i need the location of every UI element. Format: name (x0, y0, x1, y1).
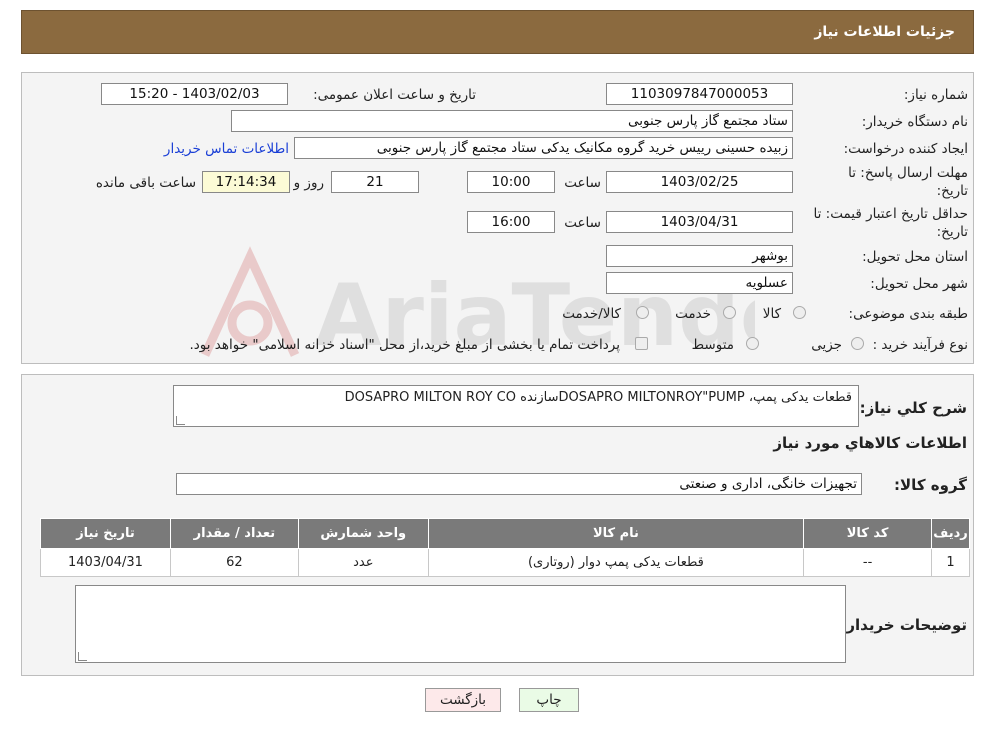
need-number-field: 1103097847000053 (606, 83, 793, 105)
days-field: 21 (331, 171, 419, 193)
remaining-label: ساعت باقی مانده (95, 175, 196, 191)
city-field: عسلویه (606, 272, 793, 294)
col-header-date: تاریخ نیاز (40, 518, 171, 549)
province-label: استان محل تحویل: (862, 249, 968, 265)
province-field: بوشهر (606, 245, 793, 267)
buyer-contact-link[interactable]: اطلاعات تماس خریدار (164, 141, 289, 157)
category-radio-goods-service[interactable] (636, 306, 649, 319)
deadline-label: مهلت ارسال پاسخ: تا (848, 165, 968, 181)
validity-time-label: ساعت (564, 215, 601, 231)
col-header-row: ردیف (931, 518, 970, 549)
table-row: 1 -- قطعات یدکی پمپ دوار (روتاری) عدد 62… (40, 548, 970, 577)
announce-label: تاریخ و ساعت اعلان عمومی: (313, 87, 476, 103)
process-note: پرداخت تمام یا بخشی از مبلغ خرید،از محل … (189, 337, 620, 353)
print-button[interactable]: چاپ (519, 688, 579, 712)
days-label: روز و (293, 175, 324, 191)
city-label: شهر محل تحویل: (870, 276, 968, 292)
validity-date-label: تاریخ: (936, 224, 968, 240)
col-header-name: نام کالا (427, 518, 805, 549)
validity-date-field: 1403/04/31 (606, 211, 793, 233)
process-radio-medium[interactable] (746, 337, 759, 350)
cell-date: 1403/04/31 (40, 548, 171, 577)
buyer-org-label: نام دستگاه خریدار: (861, 114, 968, 130)
creator-label: ایجاد کننده درخواست: (843, 141, 968, 157)
cell-qty: 62 (169, 548, 299, 577)
goods-group-field: تجهیزات خانگی، اداری و صنعتی (176, 473, 862, 495)
need-number-label: شماره نیاز: (903, 87, 968, 103)
cell-code: -- (803, 548, 933, 577)
process-label: نوع فرآیند خرید : (872, 337, 968, 353)
cell-row: 1 (931, 548, 970, 577)
back-button[interactable]: بازگشت (425, 688, 501, 712)
col-header-unit: واحد شمارش (297, 518, 429, 549)
page-header: جزئیات اطلاعات نیاز (21, 10, 974, 54)
buyer-org-field: ستاد مجتمع گاز پارس جنوبی (231, 110, 793, 132)
goods-table: ردیف کد کالا نام کالا واحد شمارش تعداد /… (40, 518, 970, 577)
page-title: جزئیات اطلاعات نیاز (814, 24, 955, 40)
description-label: شرح کلي نياز: (859, 399, 967, 417)
deadline-time-field: 10:00 (467, 171, 555, 193)
deadline-time-label: ساعت (564, 175, 601, 191)
table-header-row: ردیف کد کالا نام کالا واحد شمارش تعداد /… (40, 518, 970, 549)
treasury-checkbox[interactable] (635, 337, 648, 350)
process-option-medium: متوسط (691, 337, 734, 353)
goods-group-label: گروه کالا: (894, 476, 967, 494)
buyer-notes-textarea[interactable] (75, 585, 846, 663)
resize-handle-icon[interactable] (78, 652, 87, 661)
description-textarea[interactable]: قطعات یدکی پمپ، DOSAPRO MILTONROY"PUMPسا… (173, 385, 859, 427)
process-option-minor: جزیی (811, 337, 842, 353)
validity-time-field: 16:00 (467, 211, 555, 233)
cell-unit: عدد (297, 548, 429, 577)
category-radio-goods[interactable] (793, 306, 806, 319)
remaining-time-field: 17:14:34 (202, 171, 290, 193)
process-radio-minor[interactable] (851, 337, 864, 350)
deadline-date-label: تاریخ: (936, 183, 968, 199)
category-radio-service[interactable] (723, 306, 736, 319)
creator-field: زبیده حسینی رییس خرید گروه مکانیک یدکی س… (294, 137, 793, 159)
category-option-goods: کالا (762, 306, 781, 322)
goods-info-title: اطلاعات کالاهاي مورد نياز (773, 434, 967, 452)
col-header-qty: تعداد / مقدار (169, 518, 299, 549)
deadline-date-field: 1403/02/25 (606, 171, 793, 193)
cell-name: قطعات یدکی پمپ دوار (روتاری) (427, 548, 805, 577)
category-label: طبقه بندی موضوعی: (848, 306, 968, 322)
validity-label: حداقل تاریخ اعتبار قیمت: تا (813, 206, 968, 222)
category-option-service: خدمت (675, 306, 711, 322)
resize-handle-icon[interactable] (176, 416, 185, 425)
announce-field: 1403/02/03 - 15:20 (101, 83, 288, 105)
category-option-goods-service: کالا/خدمت (562, 306, 621, 322)
description-text: قطعات یدکی پمپ، DOSAPRO MILTONROY"PUMPسا… (344, 390, 852, 405)
buyer-notes-label: توضیحات خریدار: (840, 616, 967, 634)
col-header-code: کد کالا (803, 518, 933, 549)
